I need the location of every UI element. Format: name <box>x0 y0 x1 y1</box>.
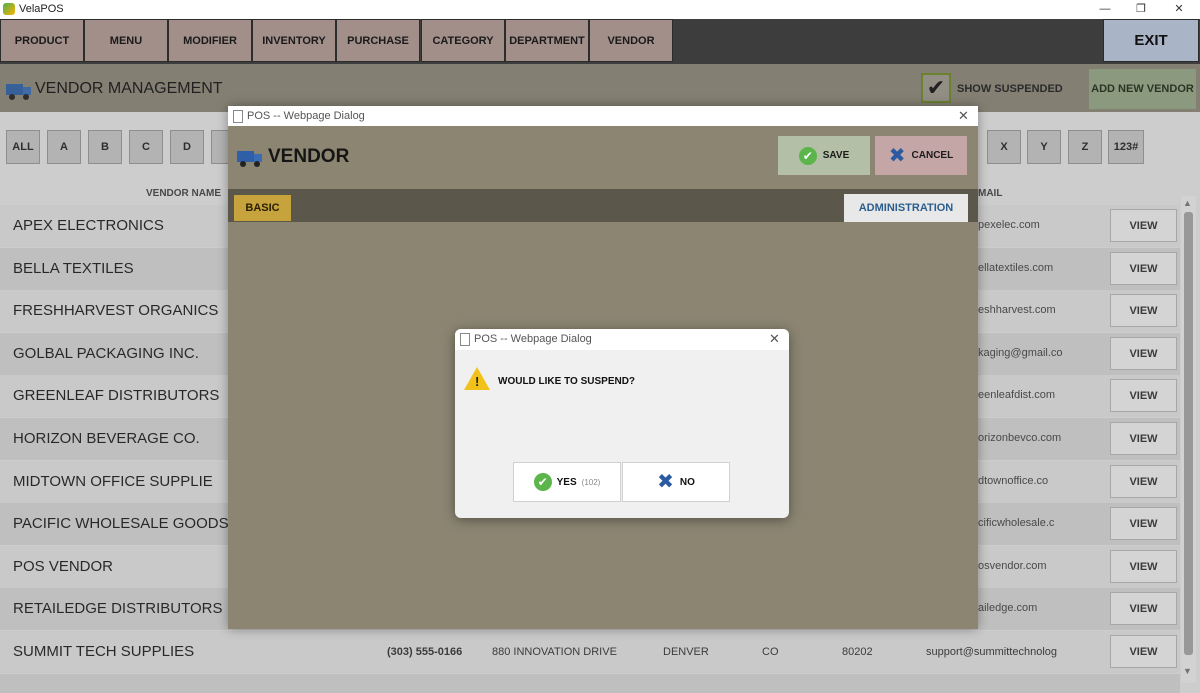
nav-product[interactable]: PRODUCT <box>0 19 84 62</box>
nav-vendor[interactable]: VENDOR <box>589 19 673 62</box>
cancel-label: CANCEL <box>911 150 954 161</box>
yes-countdown: (102) <box>581 477 601 487</box>
nav-menu[interactable]: MENU <box>84 19 168 62</box>
window-titlebar: VelaPOS — ❐ ✕ <box>0 0 1200 20</box>
cancel-button[interactable]: ✖ CANCEL <box>875 136 967 175</box>
exit-button[interactable]: EXIT <box>1103 19 1199 62</box>
confirm-dialog-title: POS -- Webpage Dialog <box>474 333 592 345</box>
vendor-dialog-titlebar: POS -- Webpage Dialog ✕ <box>228 106 978 126</box>
x-icon: ✖ <box>657 471 674 493</box>
tab-administration[interactable]: ADMINISTRATION <box>844 194 968 222</box>
vendor-dialog-title: POS -- Webpage Dialog <box>247 110 365 122</box>
nav-category[interactable]: CATEGORY <box>421 19 505 62</box>
top-nav: PRODUCT MENU MODIFIER INVENTORY PURCHASE… <box>0 19 1200 64</box>
save-button[interactable]: ✔ SAVE <box>778 136 870 175</box>
page-icon <box>460 333 470 346</box>
check-icon: ✔ <box>798 146 817 165</box>
confirm-message: WOULD LIKE TO SUSPEND? <box>498 376 636 387</box>
vendor-dialog-close-button[interactable]: ✕ <box>958 108 969 124</box>
nav-modifier[interactable]: MODIFIER <box>168 19 252 62</box>
confirm-dialog-close-button[interactable]: ✕ <box>769 331 780 347</box>
close-window-button[interactable]: ✕ <box>1164 1 1194 17</box>
minimize-button[interactable]: — <box>1090 1 1120 17</box>
yes-button[interactable]: ✔ YES (102) <box>513 462 621 502</box>
page-icon <box>233 110 243 123</box>
x-icon: ✖ <box>888 144 906 167</box>
app-icon <box>3 3 15 15</box>
window-title: VelaPOS <box>19 3 64 15</box>
yes-label: YES <box>556 476 577 488</box>
no-label: NO <box>679 476 695 488</box>
confirm-dialog-titlebar: POS -- Webpage Dialog ✕ <box>455 329 789 350</box>
nav-purchase[interactable]: PURCHASE <box>336 19 420 62</box>
check-icon: ✔ <box>533 473 552 491</box>
tab-basic[interactable]: BASIC <box>234 195 291 221</box>
truck-icon <box>237 149 263 167</box>
vendor-dialog-heading: VENDOR <box>268 146 350 167</box>
nav-department[interactable]: DEPARTMENT <box>505 19 589 62</box>
warning-mark: ! <box>475 374 480 389</box>
nav-inventory[interactable]: INVENTORY <box>252 19 336 62</box>
suspend-confirm-dialog: POS -- Webpage Dialog ✕ ! WOULD LIKE TO … <box>455 329 789 518</box>
no-button[interactable]: ✖ NO <box>622 462 730 502</box>
restore-button[interactable]: ❐ <box>1126 1 1156 17</box>
save-label: SAVE <box>822 150 850 161</box>
